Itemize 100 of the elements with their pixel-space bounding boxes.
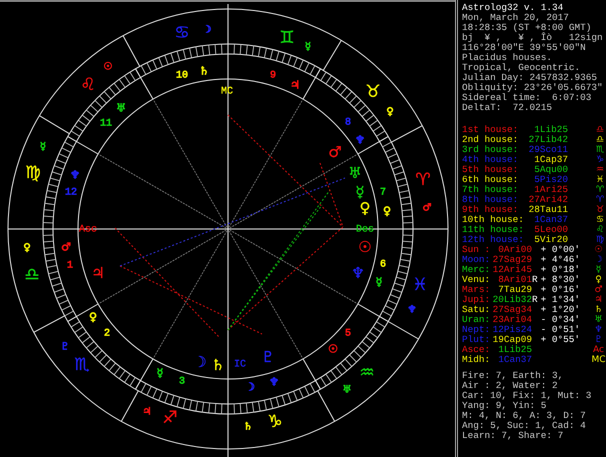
element-summary-line: M: 4, N: 6, A: 3, D: 7 <box>462 411 587 421</box>
house-ruler-glyph: ♀ <box>88 310 98 324</box>
house-ruler-glyph: ♆ <box>355 134 365 146</box>
zodiac-sign-glyph: ♌ <box>80 75 96 95</box>
house-number: 8 <box>345 118 351 128</box>
ruler-glyph: ☿ <box>40 142 46 152</box>
house-ruler-glyph: ♆ <box>269 376 279 388</box>
sign-glyph: ♌ <box>594 225 606 235</box>
planet-motion: + 0°00' <box>540 245 580 255</box>
planet-glyph: ♇ <box>261 348 275 366</box>
planet-position: 1Lib25 <box>497 345 532 355</box>
house-number: 2 <box>104 328 110 340</box>
planet-glyph: ♅ <box>593 315 604 325</box>
house-label: 9th house: <box>462 205 520 215</box>
chart-info-line: Placidus houses. <box>462 53 554 63</box>
house-number: 1 <box>67 260 73 272</box>
planet-glyph: ♂ <box>593 285 604 295</box>
planet-motion: + 1°34' <box>540 295 580 305</box>
chart-info-line: Obliquity: 23°26'05.6673" <box>462 83 604 93</box>
zodiac-sign-glyph: ♍ <box>25 163 41 183</box>
zodiac-sign-glyph: ♋ <box>174 23 190 43</box>
zodiac-sign-glyph: ♑ <box>267 412 283 432</box>
sign-glyph: ♈ <box>594 195 606 205</box>
ruler-glyph: ♃ <box>142 406 152 418</box>
house-cusp-position: 27Lib42 <box>528 135 568 145</box>
house-cusp-position: 5Pis20 <box>533 175 568 185</box>
chart-info-line: Tropical, Geocentric. <box>462 63 582 73</box>
planet-position: 12Ari45 <box>492 265 532 275</box>
planet-motion: + 4°46' <box>540 255 580 265</box>
house-ruler-glyph: ♂ <box>61 240 71 254</box>
ruler-glyph: ♇ <box>60 342 70 352</box>
ruler-glyph: ♆ <box>408 304 416 316</box>
planet-glyph: ♄ <box>211 356 225 374</box>
planet-glyph: ☉ <box>358 238 372 256</box>
planet-label: Sun : <box>462 245 492 255</box>
planet-position: 19Cap09 <box>492 335 532 345</box>
retrograde-label: R <box>532 295 539 305</box>
house-cusp-position: 5Leo00 <box>533 225 568 235</box>
house-label: 8th house: <box>462 195 520 205</box>
planet-label: Asce: <box>462 345 492 355</box>
planet-glyph: ☽ <box>193 353 207 371</box>
house-cusp-position: 5Aqu00 <box>533 165 568 175</box>
house-label: 10th house: <box>462 215 524 225</box>
planet-position: 7Tau29 <box>497 285 532 295</box>
zodiac-sign-glyph: ♊ <box>279 28 295 48</box>
sign-glyph: ♎ <box>594 125 606 135</box>
sign-glyph: ♈ <box>594 185 606 195</box>
house-number: 10 <box>176 70 188 82</box>
sign-glyph: ♑ <box>594 155 606 165</box>
planet-label: Nept: <box>462 325 492 335</box>
house-ruler-glyph: ♆ <box>70 168 80 182</box>
planet-glyph: ☽ <box>593 255 604 265</box>
planet-label: Venu: <box>462 275 492 285</box>
planet-position: 1Can37 <box>497 355 532 365</box>
zodiac-sign-glyph: ♒ <box>359 363 375 383</box>
house-ruler-glyph: ☿ <box>376 276 382 288</box>
planet-label: Mars: <box>462 285 492 295</box>
ruler-glyph: ♄ <box>244 422 252 432</box>
planet-glyph: ♅ <box>348 164 362 182</box>
program-title: Astrolog32 v. 1.34 <box>462 3 564 13</box>
house-ruler-glyph: ☽ <box>245 380 255 394</box>
house-ruler-glyph: ♃ <box>290 78 300 92</box>
house-label: 4th house: <box>462 155 520 165</box>
planet-glyph: MC <box>591 355 606 365</box>
element-summary-line: Air : 2, Water: 2 <box>462 381 559 391</box>
house-cusp-position: 1Lib25 <box>533 125 568 135</box>
planet-motion: + 0°18' <box>540 265 580 275</box>
house-number: 11 <box>100 118 112 130</box>
ruler-glyph: ♂ <box>422 202 432 214</box>
house-ruler-glyph: ♅ <box>116 102 126 114</box>
house-number: 9 <box>270 70 276 82</box>
chart-info-line: DeltaT: 72.0215 <box>462 103 554 113</box>
element-summary-line: Yang: 9, Yin: 5 <box>462 401 548 411</box>
planet-glyph: ♆ <box>351 264 365 282</box>
sign-glyph: ♋ <box>594 215 606 225</box>
planet-position: 27Sag34 <box>492 305 532 315</box>
planet-label: Satu: <box>462 305 492 315</box>
zodiac-sign-glyph: ♎ <box>24 265 40 285</box>
chart-info-line: Mon, March 20, 2017 <box>462 13 570 23</box>
planet-position: 23Ari04 <box>492 315 532 325</box>
house-label: 1st house: <box>462 125 520 135</box>
zodiac-sign-glyph: ♈ <box>415 170 431 190</box>
house-number: 5 <box>345 328 351 340</box>
chart-info-line: bj ¥ , ¥ , Îò 12sign <box>462 33 604 43</box>
angle-label: IC <box>234 360 246 370</box>
house-number: 6 <box>380 260 386 270</box>
house-label: 3rd house: <box>462 145 520 155</box>
planet-position: 0Ari00 <box>497 245 532 255</box>
planet-label: Uran: <box>462 315 492 325</box>
house-cusp-position: 28Tau11 <box>528 205 568 215</box>
house-number: 12 <box>65 188 77 198</box>
house-cusp-position: 5Vir20 <box>533 235 568 245</box>
zodiac-sign-glyph: ♓ <box>412 275 428 295</box>
planet-motion: + 0°16' <box>540 285 580 295</box>
house-ruler-glyph: ☉ <box>328 342 338 356</box>
sign-glyph: ♎ <box>594 135 606 145</box>
ruler-glyph: ♅ <box>342 384 352 396</box>
planet-label: Merc: <box>462 265 492 275</box>
element-summary-line: Fire: 7, Earth: 3, <box>462 371 564 381</box>
planet-glyph: ♀ <box>594 275 603 285</box>
